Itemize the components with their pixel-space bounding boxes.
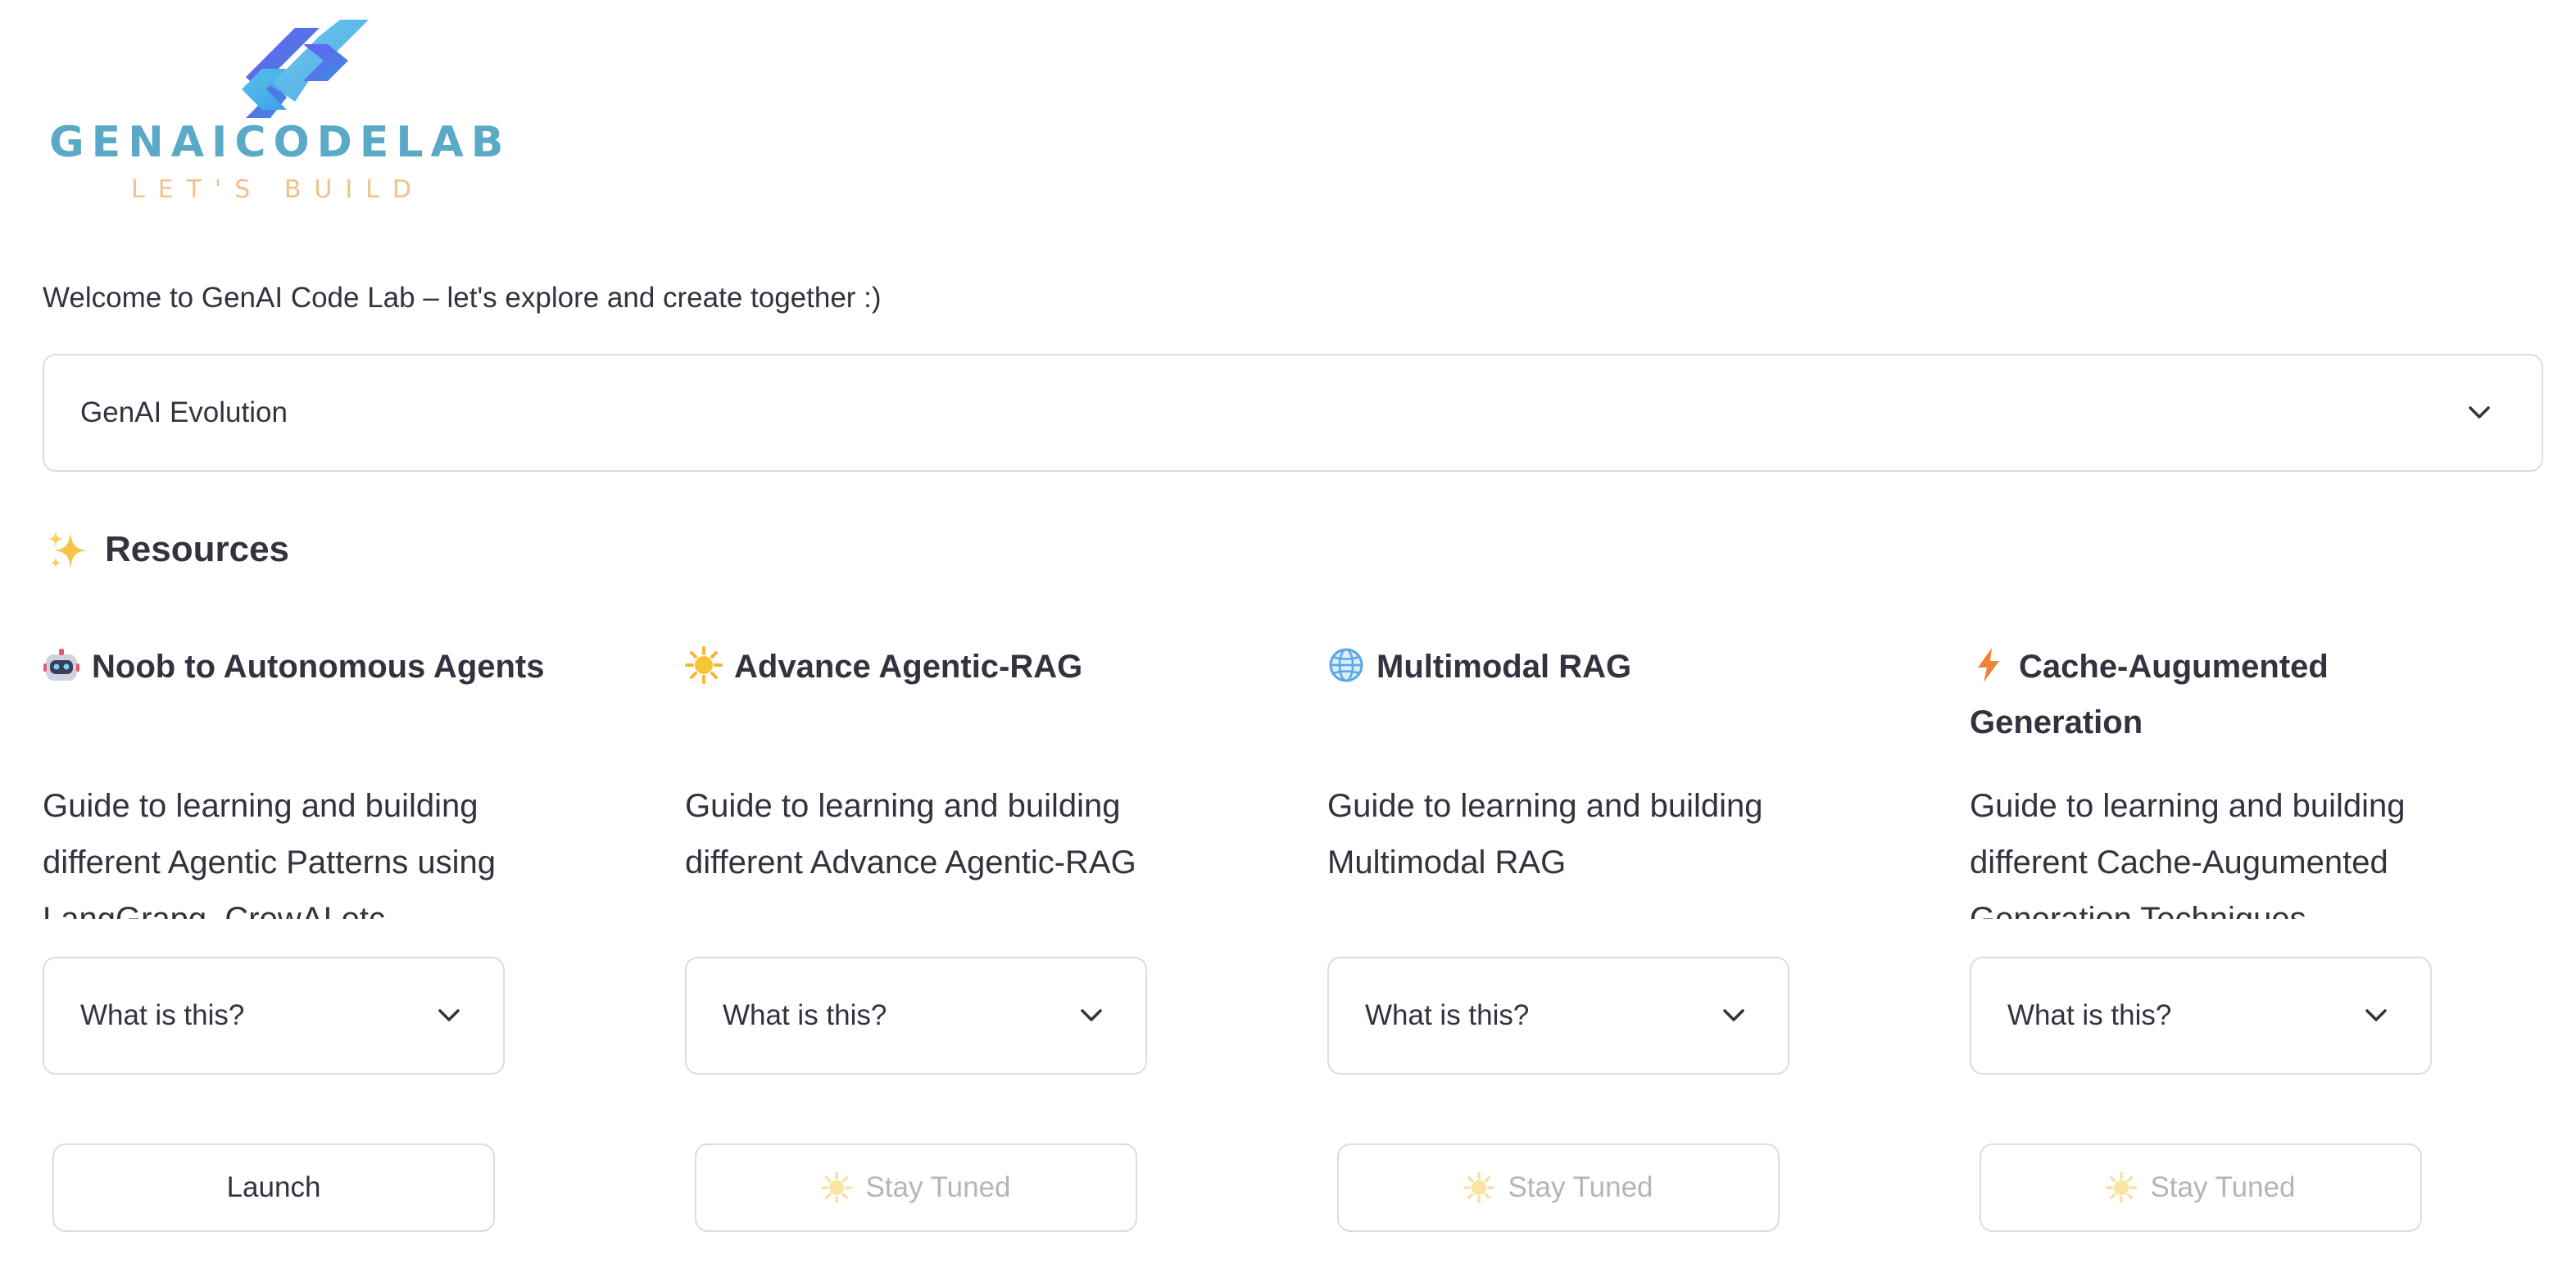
lightning-icon	[1978, 648, 1999, 682]
logo-mark-icon	[242, 20, 369, 118]
logo-tagline: LET'S BUILD	[131, 175, 425, 204]
chevron-down-icon	[438, 1009, 460, 1021]
resource-card-multimodal-rag: Multimodal RAG Guide to learning and bui…	[1327, 639, 1917, 1245]
stay-tuned-button[interactable]: Stay Tuned	[695, 1143, 1137, 1232]
expander-label: What is this?	[2007, 999, 2172, 1031]
stay-tuned-button[interactable]: Stay Tuned	[1980, 1143, 2422, 1232]
card-title: Advance Agentic-RAG	[685, 639, 1209, 695]
resource-card-cache-augmented: Cache-Augumented Generation Guide to lea…	[1970, 639, 2560, 1245]
card-title-text: Multimodal RAG	[1376, 649, 1632, 685]
welcome-text: Welcome to GenAI Code Lab – let's explor…	[43, 282, 882, 314]
stay-tuned-button[interactable]: Stay Tuned	[1337, 1143, 1780, 1232]
sun-icon	[2106, 1172, 2138, 1203]
button-label: Stay Tuned	[1508, 1171, 1653, 1203]
chevron-down-icon	[2469, 406, 2490, 419]
expander-label: What is this?	[723, 999, 887, 1031]
chevron-down-icon	[1081, 1009, 1102, 1021]
expander-label: What is this?	[80, 999, 245, 1031]
card-description: Guide to learning and building Multimoda…	[1327, 788, 1763, 880]
button-label: Stay Tuned	[865, 1171, 1011, 1203]
sun-icon	[821, 1172, 853, 1203]
card-title: Multimodal RAG	[1327, 639, 1852, 695]
card-description: Guide to learning and building different…	[685, 788, 1136, 880]
sun-icon	[1463, 1172, 1495, 1203]
genai-evolution-expander[interactable]: GenAI Evolution	[43, 354, 2543, 472]
resources-title: Resources	[105, 529, 290, 569]
sparkles-icon	[48, 531, 87, 568]
sun-icon	[685, 646, 723, 684]
resource-card-agents: Noob to Autonomous Agents Guide to learn…	[43, 639, 633, 1245]
resources-heading: Resources	[46, 524, 289, 575]
card-title: Cache-Augumented Generation	[1970, 639, 2494, 750]
expander-label: GenAI Evolution	[80, 396, 288, 428]
launch-button[interactable]: Launch	[52, 1143, 495, 1232]
card-title: Noob to Autonomous Agents	[43, 639, 567, 695]
card-description: Guide to learning and building different…	[43, 788, 496, 919]
card-title-text: Advance Agentic-RAG	[734, 649, 1083, 685]
chevron-down-icon	[1723, 1009, 1744, 1021]
button-label: Launch	[226, 1171, 321, 1203]
chevron-down-icon	[2365, 1009, 2387, 1021]
what-is-this-expander[interactable]: What is this?	[685, 957, 1147, 1075]
logo: GENAICODELAB LET'S BUILD	[49, 11, 511, 204]
logo-title: GENAICODELAB	[49, 118, 511, 167]
resource-card-agentic-rag: Advance Agentic-RAG Guide to learning an…	[685, 639, 1275, 1245]
card-title-text: Noob to Autonomous Agents	[92, 649, 545, 685]
globe-icon	[1329, 648, 1363, 682]
robot-icon	[43, 649, 79, 681]
card-description: Guide to learning and building different…	[1970, 788, 2406, 919]
what-is-this-expander[interactable]: What is this?	[1327, 957, 1789, 1075]
what-is-this-expander[interactable]: What is this?	[43, 957, 505, 1075]
button-label: Stay Tuned	[2150, 1171, 2296, 1203]
expander-label: What is this?	[1365, 999, 1530, 1031]
what-is-this-expander[interactable]: What is this?	[1970, 957, 2432, 1075]
card-title-text: Cache-Augumented Generation	[1970, 649, 2329, 740]
